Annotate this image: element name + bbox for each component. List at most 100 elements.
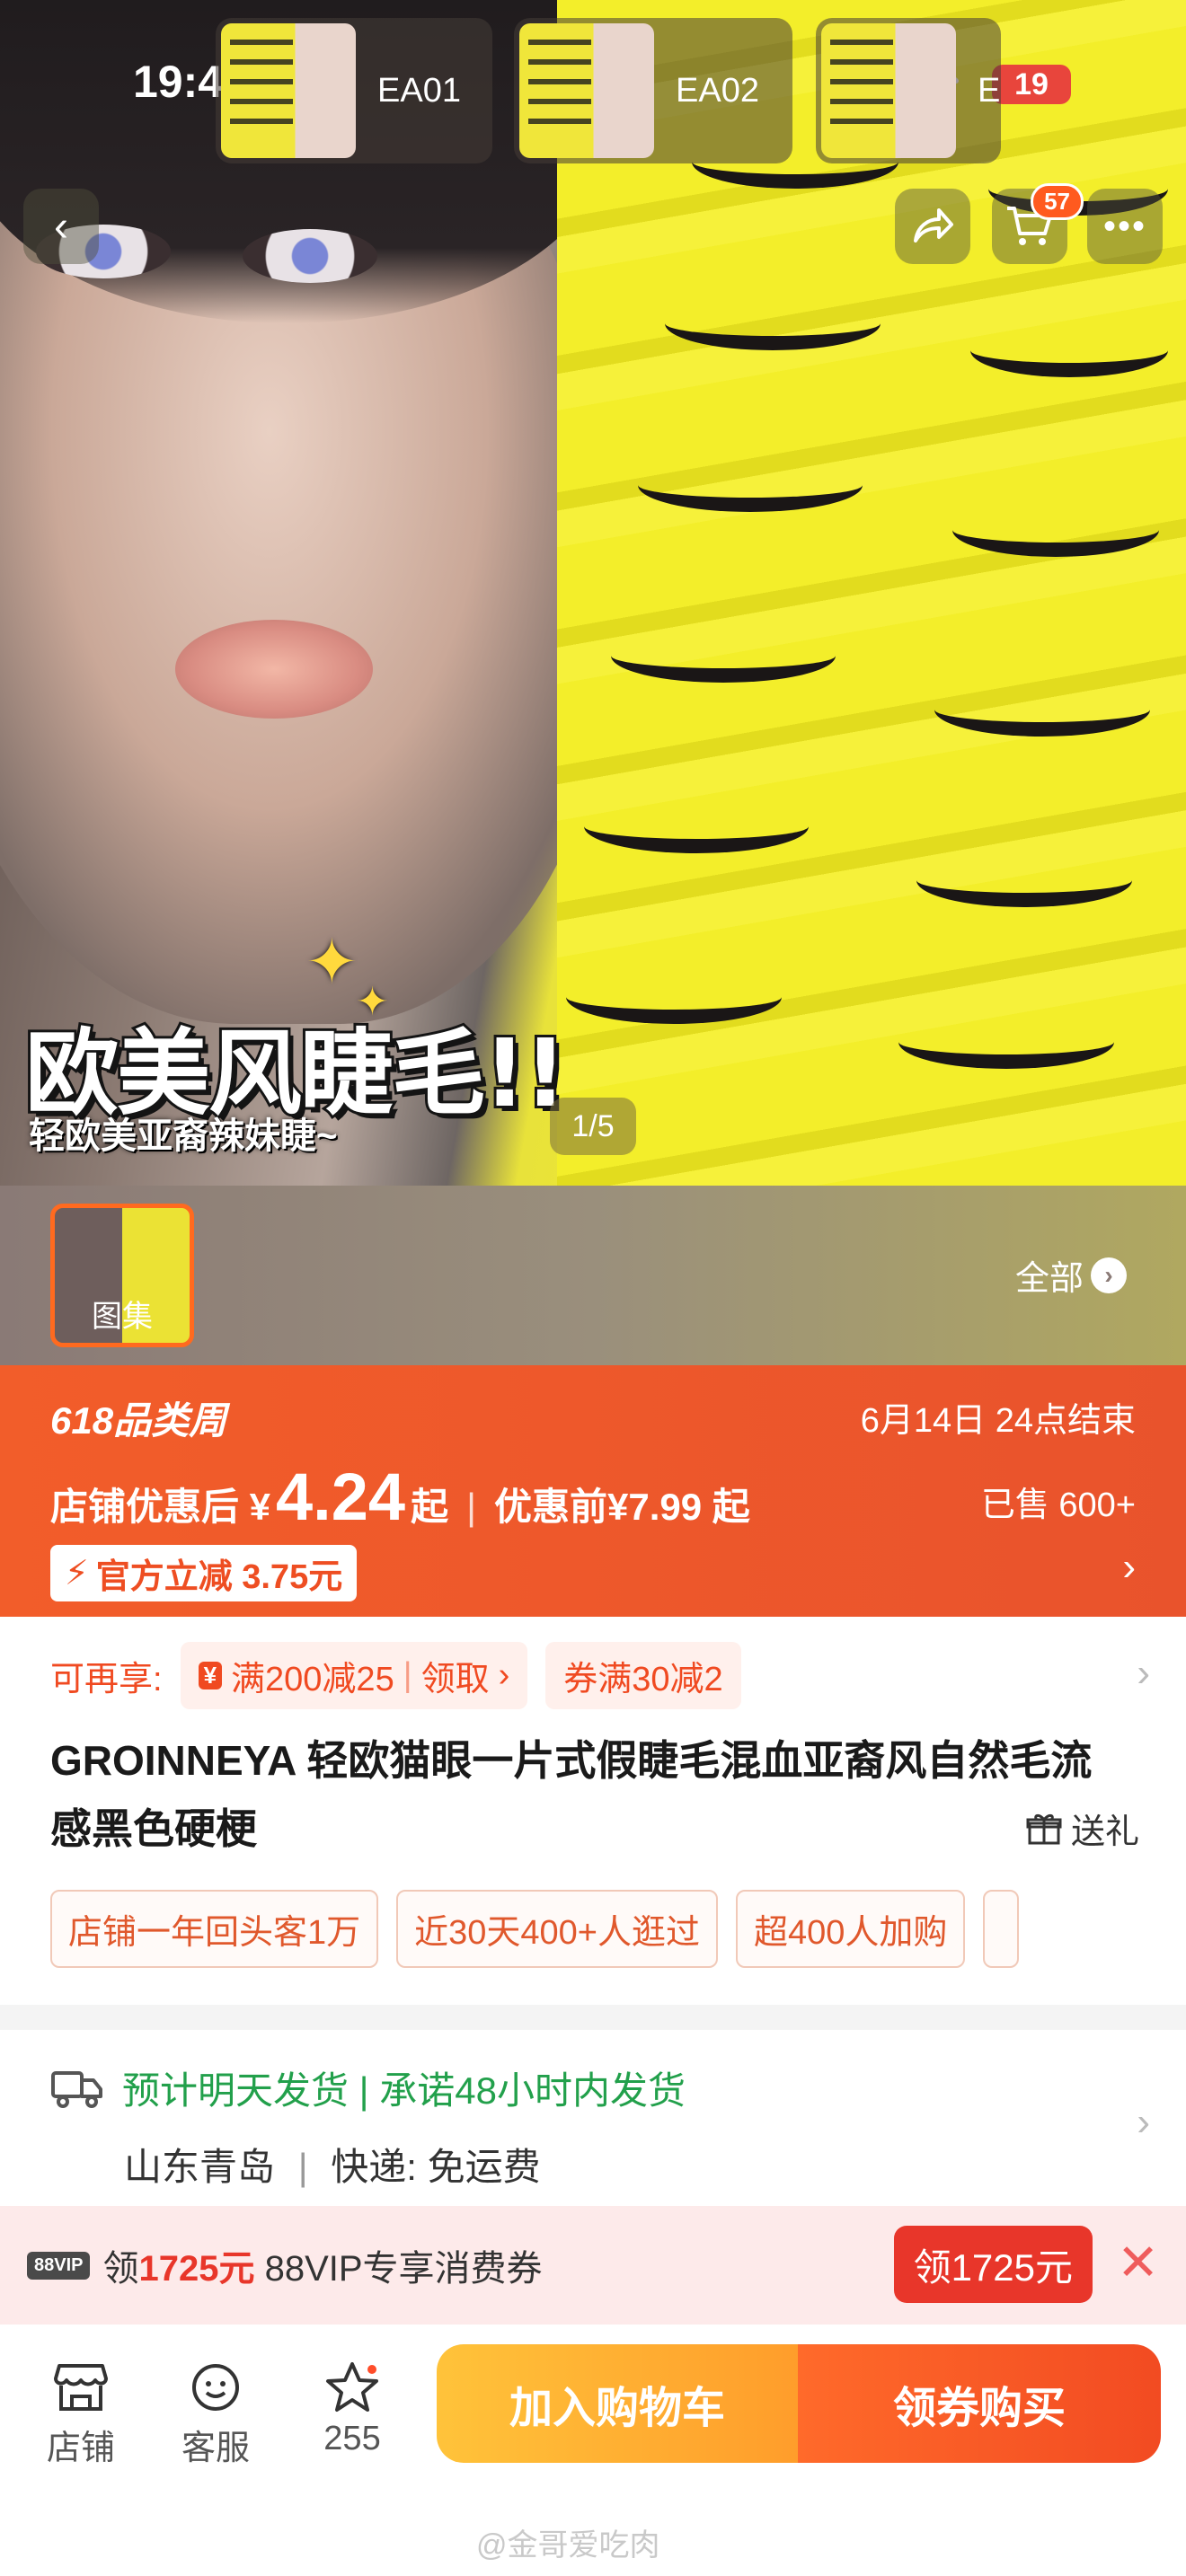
vip-badge: 88VIP [27, 2251, 91, 2280]
delivery-divider: | [297, 2146, 308, 2188]
price-suffix: 起 [411, 1486, 449, 1528]
delivery-info[interactable]: 预计明天发货 | 承诺48小时内发货 山东青岛 | 快递: 免运费 [50, 2060, 1146, 2192]
lightning-icon: ⚡ [65, 1555, 89, 1592]
favorite-button[interactable]: 255 [298, 2346, 406, 2458]
sku-option-label: EA02 [676, 71, 759, 110]
product-hero-image[interactable]: ✦ ✦ 欧美风睫毛!! 轻欧美亚裔辣妹睫~ 1/5 [0, 0, 1186, 1186]
share-icon [914, 208, 953, 243]
ship-origin: 山东青岛 [124, 2146, 276, 2188]
add-to-cart-button[interactable]: 加入购物车 [437, 2344, 798, 2463]
claim-coupon-link[interactable]: 领取 [421, 1651, 490, 1700]
sku-gallery-label: 图集 [92, 1300, 153, 1334]
share-button[interactable] [895, 189, 970, 264]
sku-option[interactable]: EA01 [216, 18, 492, 163]
close-icon[interactable]: ✕ [1117, 2233, 1159, 2292]
watermark: @金哥爱吃肉 [476, 2528, 660, 2563]
claim-vip-coupon-button[interactable]: 领1725元 [893, 2226, 1093, 2303]
section-divider [0, 2005, 1186, 2030]
current-price: 4.24 [276, 1460, 406, 1534]
voucher-coupon[interactable]: 券满30减2 [545, 1642, 741, 1709]
sku-thumbnail [221, 23, 356, 158]
price-block: 店铺优惠后 ¥ 4.24 起 | 优惠前¥7.99 起 [50, 1459, 750, 1535]
chevron-right-icon[interactable]: › [1137, 2100, 1150, 2145]
official-discount-label: 官方立减 3.75元 [95, 1558, 343, 1596]
voucher-coupon-label: 券满30减2 [563, 1661, 723, 1698]
chat-bubble-icon [162, 2346, 270, 2420]
hero-subtitle-art: 轻欧美亚裔辣妹睫~ [29, 1116, 338, 1156]
shop-coupon[interactable]: ¥ 满200减25 | 领取 › [180, 1642, 528, 1709]
sku-gallery-thumb[interactable]: 图集 [50, 1204, 194, 1347]
price-prefix: 店铺优惠后 ¥ [50, 1486, 271, 1528]
star-icon [298, 2346, 406, 2420]
favorite-count: 255 [323, 2420, 381, 2457]
tag-overflow [983, 1890, 1020, 1968]
delivery-truck-icon [51, 2070, 102, 2108]
yen-icon: ¥ [198, 1662, 223, 1689]
original-price: 优惠前¥7.99 起 [494, 1486, 750, 1528]
coupon-row-label: 可再享: [50, 1661, 163, 1698]
sku-option[interactable]: EA02 [514, 18, 792, 163]
lash-pair [898, 1015, 1114, 1069]
chevron-left-icon: ‹ [54, 202, 68, 251]
gift-icon [1026, 1813, 1062, 1844]
model-lips [175, 620, 373, 719]
tag-repeat-buyers[interactable]: 店铺一年回头客1万 [50, 1890, 379, 1968]
official-discount-badge[interactable]: ⚡ 官方立减 3.75元 [50, 1545, 358, 1601]
model-eye-right [243, 229, 377, 283]
shop-label: 店铺 [46, 2430, 115, 2467]
sku-all-button[interactable]: 全部 › [1015, 1250, 1128, 1300]
cart-button[interactable]: 57 [992, 183, 1084, 264]
gift-button[interactable]: 送礼 [1026, 1804, 1139, 1853]
store-icon [27, 2346, 135, 2420]
vip-text-suffix: 88VIP专享消费券 [264, 2249, 543, 2289]
sold-count: 已售 600+ [980, 1486, 1136, 1524]
more-button[interactable]: ••• [1087, 189, 1163, 264]
lash-pair [665, 296, 881, 350]
sku-option[interactable]: E [816, 18, 1001, 163]
buy-with-coupon-button[interactable]: 领券购买 [798, 2344, 1161, 2463]
sparkle-icon: ✦ [305, 927, 358, 997]
product-title: GROINNEYA 轻欧猫眼一片式假睫毛混血亚裔风自然毛流感黑色硬梗 [50, 1737, 1093, 1852]
coupon-divider: | [403, 1656, 412, 1694]
more-dots-icon: ••• [1102, 206, 1146, 246]
cart-count-badge: 57 [1031, 183, 1084, 220]
lash-pair [584, 799, 809, 853]
vip-coupon-text: 领1725元 88VIP专享消费券 [102, 2239, 542, 2291]
shop-button[interactable]: 店铺 [27, 2346, 135, 2469]
sku-thumbnail [821, 23, 956, 158]
vip-text-prefix: 领 [102, 2249, 139, 2289]
lash-pair [952, 503, 1159, 557]
lash-pair [566, 970, 782, 1024]
event-deadline: 6月14日 24点结束 [860, 1402, 1136, 1440]
lash-pair [916, 853, 1132, 907]
chevron-right-icon[interactable]: › [1122, 1545, 1136, 1590]
sku-option-label: E [978, 71, 1001, 110]
tag-added-to-cart[interactable]: 超400人加购 [736, 1890, 966, 1968]
vip-coupon-bar: 88VIP 领1725元 88VIP专享消费券 领1725元 ✕ [0, 2206, 1186, 2325]
customer-service-button[interactable]: 客服 [162, 2346, 270, 2469]
chevron-right-icon[interactable]: › [1137, 1651, 1150, 1696]
event-tag: 618品类周 [50, 1399, 227, 1442]
lash-pair [638, 458, 863, 512]
shipping-promise: 预计明天发货 | 承诺48小时内发货 [122, 2069, 686, 2112]
back-button[interactable]: ‹ [23, 189, 99, 264]
sku-thumbnail [519, 23, 654, 158]
lash-pair [611, 629, 836, 683]
tag-recent-visitors[interactable]: 近30天400+人逛过 [396, 1890, 719, 1968]
sku-all-label: 全部 [1015, 1260, 1084, 1298]
battery-indicator: 19 [992, 65, 1071, 104]
product-tags: 店铺一年回头客1万 近30天400+人逛过 超400人加购 [50, 1890, 1020, 1968]
shop-coupon-label: 满200减25 [231, 1661, 394, 1698]
price-divider: | [466, 1486, 476, 1528]
promo-price-band: 618品类周 6月14日 24点结束 店铺优惠后 ¥ 4.24 起 | 优惠前¥… [0, 1365, 1186, 1617]
express-fee: 快递: 免运费 [331, 2146, 541, 2188]
chevron-right-icon: › [1091, 1257, 1128, 1293]
chevron-right-icon: › [498, 1656, 510, 1694]
customer-service-label: 客服 [181, 2430, 250, 2467]
vip-amount: 1725元 [138, 2249, 255, 2289]
sku-option-label: EA01 [377, 71, 461, 110]
gift-label: 送礼 [1070, 1813, 1139, 1851]
image-pager: 1/5 [550, 1098, 636, 1155]
lash-pair [934, 683, 1150, 737]
coupon-row: 可再享: ¥ 满200减25 | 领取 › 券满30减2 [50, 1642, 741, 1709]
